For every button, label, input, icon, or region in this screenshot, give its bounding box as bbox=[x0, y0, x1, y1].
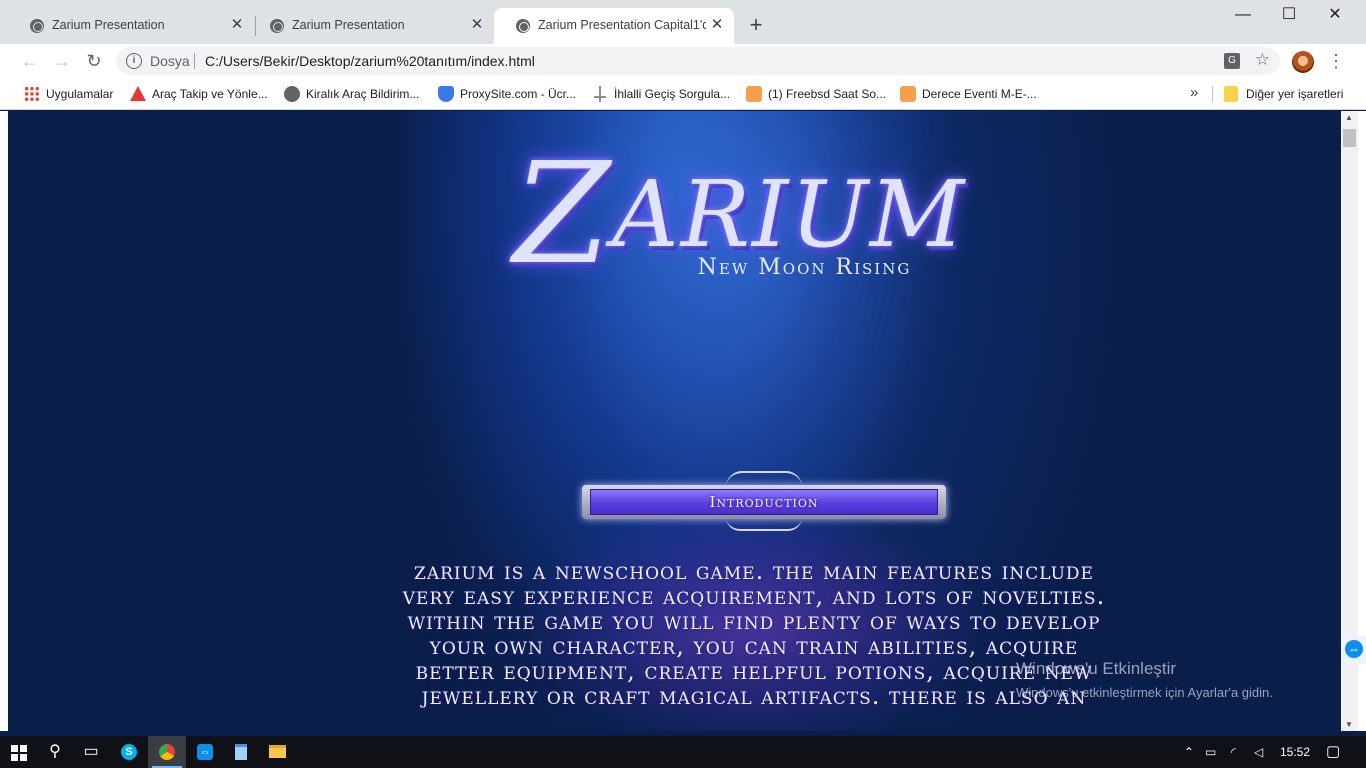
close-window-button[interactable]: ✕ bbox=[1312, 0, 1358, 32]
close-icon[interactable]: ✕ bbox=[708, 16, 726, 34]
taskbar-notepad[interactable] bbox=[222, 736, 260, 768]
clock[interactable]: 15:52 bbox=[1280, 736, 1310, 768]
globe-icon bbox=[30, 19, 44, 33]
bookmark-label: Kiralık Araç Bildirim... bbox=[306, 87, 420, 101]
activation-watermark-title: Windows'u Etkinleştir bbox=[1016, 659, 1177, 678]
scroll-down-icon[interactable]: ▼ bbox=[1345, 720, 1353, 729]
hand-icon bbox=[746, 86, 762, 102]
notepad-icon bbox=[235, 743, 247, 760]
bookmark-derece-eventi[interactable]: Derece Eventi M-E-... bbox=[900, 86, 1037, 102]
bookmark-label: Derece Eventi M-E-... bbox=[922, 87, 1037, 101]
close-icon[interactable]: ✕ bbox=[468, 16, 486, 34]
bookmark-label: İhlalli Geçiş Sorgula... bbox=[614, 87, 731, 101]
taskbar-chrome[interactable] bbox=[148, 736, 186, 768]
windows-taskbar: ⚲ ▭ S ⇔ ⌃ ▭ ◜ ◁ 15:52 ▢ bbox=[0, 736, 1366, 768]
activation-watermark-subtitle: Windows'u etkinleştirmek için Ayarlar'a … bbox=[1016, 685, 1273, 700]
skype-icon: S bbox=[121, 743, 137, 760]
tab-zarium-1[interactable]: Zarium Presentation ✕ bbox=[8, 8, 254, 44]
protocol-label: Dosya bbox=[150, 53, 190, 69]
globe-icon bbox=[284, 86, 300, 102]
bookmark-ihlalli-gecis[interactable]: İhlalli Geçiş Sorgula... bbox=[592, 86, 730, 102]
section-banner: Introduction bbox=[576, 471, 952, 531]
bookmark-label: Diğer yer işaretleri bbox=[1246, 87, 1344, 101]
hand-icon bbox=[900, 86, 916, 102]
info-icon[interactable]: i bbox=[126, 53, 142, 69]
battery-icon[interactable]: ▭ bbox=[1205, 736, 1216, 768]
bookmark-label: Araç Takip ve Yönle... bbox=[152, 87, 268, 101]
volume-icon[interactable]: ◁ bbox=[1254, 736, 1263, 768]
taskbar-file-explorer[interactable] bbox=[258, 736, 296, 768]
close-icon[interactable]: ✕ bbox=[228, 16, 246, 34]
web-page: ZARIUM New Moon Rising Introduction Zari… bbox=[8, 111, 1341, 731]
logo-rest: ARIUM bbox=[612, 161, 967, 268]
teamviewer-icon: ⇔ bbox=[197, 743, 213, 760]
bookmark-arac-takip[interactable]: Araç Takip ve Yönle... bbox=[130, 86, 268, 102]
bookmark-label: Uygulamalar bbox=[46, 87, 114, 101]
translate-icon[interactable]: G bbox=[1224, 53, 1240, 69]
teamviewer-icon[interactable] bbox=[1342, 636, 1366, 664]
profile-avatar[interactable] bbox=[1292, 51, 1314, 73]
bookmark-apps[interactable]: Uygulamalar bbox=[24, 86, 113, 102]
new-tab-button[interactable]: + bbox=[744, 14, 768, 38]
bookmark-kiralik-arac[interactable]: Kiralık Araç Bildirim... bbox=[284, 86, 419, 102]
bookmark-label: (1) Freebsd Saat So... bbox=[768, 87, 887, 101]
tab-zarium-active[interactable]: Zarium Presentation Capital1'den ✕ bbox=[494, 8, 734, 44]
banner-ornament-bottom bbox=[726, 517, 802, 531]
apps-icon bbox=[24, 86, 40, 102]
globe-icon bbox=[516, 19, 530, 33]
scrollbar-thumb[interactable] bbox=[1343, 129, 1356, 147]
tagline: New Moon Rising bbox=[697, 255, 912, 280]
more-bookmarks-button[interactable]: » bbox=[1190, 84, 1198, 101]
bookmark-label: ProxySite.com - Ücr... bbox=[460, 87, 577, 101]
notifications-icon[interactable]: ▢ bbox=[1326, 736, 1340, 768]
search-button[interactable]: ⚲ bbox=[36, 736, 74, 768]
search-icon: ⚲ bbox=[49, 743, 61, 760]
section-title: Introduction bbox=[709, 493, 819, 511]
taskbar-teamviewer[interactable]: ⇔ bbox=[186, 736, 224, 768]
maximize-button[interactable]: ☐ bbox=[1266, 0, 1312, 32]
taskbar-skype[interactable]: S bbox=[110, 736, 148, 768]
chrome-icon bbox=[159, 743, 175, 760]
bookmark-freebsd[interactable]: (1) Freebsd Saat So... bbox=[746, 86, 886, 102]
minimize-button[interactable]: — bbox=[1220, 0, 1266, 32]
banner-ornament-top bbox=[726, 471, 802, 487]
browser-toolbar: ← → ↻ i Dosya C:/Users/Bekir/Desktop/zar… bbox=[0, 44, 1366, 78]
window-edge bbox=[0, 111, 8, 731]
task-view-icon: ▭ bbox=[83, 743, 99, 760]
bookmark-star-icon[interactable]: ☆ bbox=[1255, 50, 1270, 70]
zarium-logo: ZARIUM bbox=[513, 117, 1013, 296]
tab-strip: Zarium Presentation ✕ Zarium Presentatio… bbox=[0, 0, 1366, 44]
forward-button[interactable]: → bbox=[49, 48, 75, 74]
address-bar[interactable]: i Dosya C:/Users/Bekir/Desktop/zarium%20… bbox=[116, 47, 1280, 75]
divider bbox=[1212, 86, 1213, 102]
intro-paragraph: Zarium is a newschool game. The main fea… bbox=[402, 557, 1106, 710]
other-bookmarks[interactable]: Diğer yer işaretleri bbox=[1224, 86, 1343, 102]
back-button[interactable]: ← bbox=[17, 48, 43, 74]
divider bbox=[194, 53, 195, 69]
task-view-button[interactable]: ▭ bbox=[72, 736, 110, 768]
folder-icon bbox=[268, 745, 286, 759]
tower-icon bbox=[592, 86, 608, 102]
bookmark-proxysite[interactable]: ProxySite.com - Ücr... bbox=[438, 86, 576, 102]
globe-icon bbox=[270, 19, 284, 33]
bookmarks-bar: Uygulamalar Araç Takip ve Yönle... Kiral… bbox=[0, 78, 1366, 110]
tab-title: Zarium Presentation bbox=[52, 18, 165, 32]
wifi-icon[interactable]: ◜ bbox=[1231, 736, 1236, 768]
windows-logo-icon bbox=[11, 745, 27, 761]
folder-icon bbox=[1224, 86, 1238, 102]
tray-expand-icon[interactable]: ⌃ bbox=[1184, 736, 1194, 768]
tab-zarium-2[interactable]: Zarium Presentation ✕ bbox=[248, 8, 494, 44]
url-text[interactable]: C:/Users/Bekir/Desktop/zarium%20tanıtım/… bbox=[205, 53, 535, 69]
shield-icon bbox=[438, 86, 454, 102]
tab-title: Zarium Presentation bbox=[292, 18, 405, 32]
warning-icon bbox=[130, 86, 146, 101]
reload-button[interactable]: ↻ bbox=[81, 48, 107, 74]
scroll-up-icon[interactable]: ▲ bbox=[1345, 113, 1353, 122]
tab-title: Zarium Presentation Capital1'den bbox=[538, 18, 706, 32]
browser-menu-button[interactable]: ⋮ bbox=[1326, 49, 1346, 73]
start-button[interactable] bbox=[0, 736, 38, 768]
